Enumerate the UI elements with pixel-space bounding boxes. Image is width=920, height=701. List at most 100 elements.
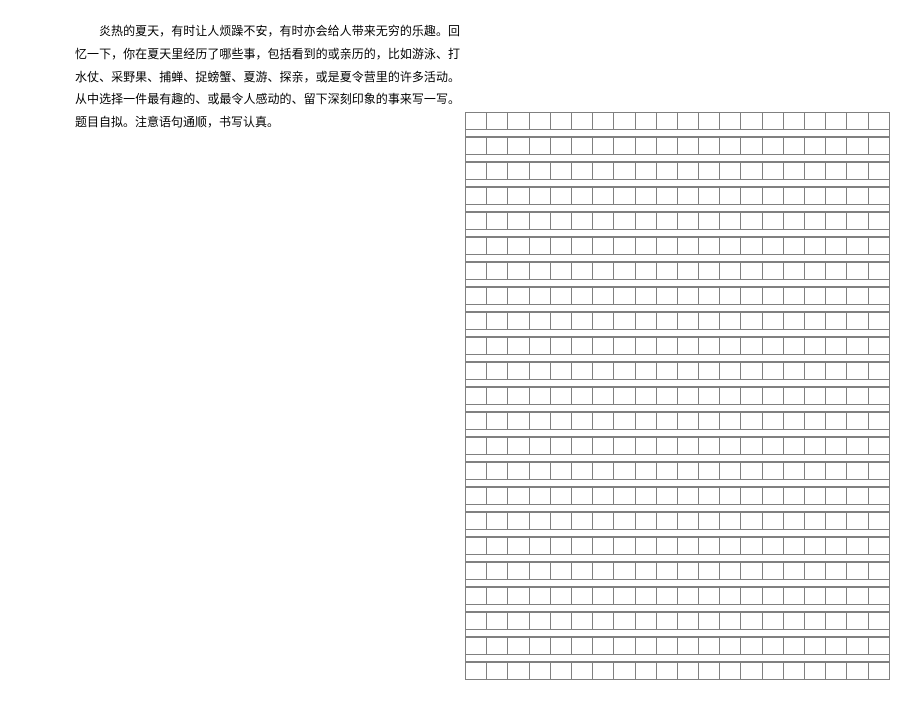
grid-row <box>465 587 890 605</box>
grid-cell <box>783 613 804 630</box>
grid-cell <box>614 288 635 305</box>
grid-cell <box>508 538 529 555</box>
grid-cell <box>805 138 826 155</box>
grid-cell <box>805 488 826 505</box>
grid-cell <box>847 263 868 280</box>
grid-cell <box>635 538 656 555</box>
grid-cell <box>656 488 677 505</box>
grid-cell <box>762 388 783 405</box>
grid-cell <box>487 363 508 380</box>
grid-row <box>465 387 890 405</box>
grid-cell <box>868 138 889 155</box>
grid-spacer <box>465 605 890 612</box>
grid-cell <box>720 638 741 655</box>
grid-cell <box>656 363 677 380</box>
grid-cell <box>699 638 720 655</box>
grid-cell <box>656 538 677 555</box>
grid-cell <box>762 338 783 355</box>
grid-cell <box>826 113 847 130</box>
grid-cell <box>656 188 677 205</box>
grid-cell <box>677 563 698 580</box>
grid-cell <box>614 438 635 455</box>
grid-cell <box>614 413 635 430</box>
grid-cell <box>868 188 889 205</box>
grid-cell <box>508 413 529 430</box>
grid-cell <box>826 463 847 480</box>
grid-cell <box>762 613 783 630</box>
grid-cell <box>783 238 804 255</box>
grid-spacer <box>465 305 890 312</box>
grid-cell <box>762 638 783 655</box>
grid-cell <box>762 513 783 530</box>
grid-cell <box>529 588 550 605</box>
grid-cell <box>487 288 508 305</box>
grid-cell <box>826 538 847 555</box>
grid-cell <box>593 538 614 555</box>
grid-cell <box>550 563 571 580</box>
grid-cell <box>805 413 826 430</box>
grid-cell <box>677 288 698 305</box>
grid-cell <box>762 313 783 330</box>
grid-cell <box>805 238 826 255</box>
grid-cell <box>868 438 889 455</box>
grid-cell <box>783 513 804 530</box>
grid-cell <box>487 263 508 280</box>
grid-cell <box>677 638 698 655</box>
grid-cell <box>826 188 847 205</box>
grid-cell <box>529 438 550 455</box>
grid-cell <box>635 188 656 205</box>
grid-cell <box>805 338 826 355</box>
grid-cell <box>868 113 889 130</box>
grid-cell <box>805 513 826 530</box>
grid-cell <box>593 513 614 530</box>
grid-cell <box>677 588 698 605</box>
grid-cell <box>783 288 804 305</box>
grid-cell <box>571 463 592 480</box>
grid-cell <box>508 488 529 505</box>
grid-cell <box>508 363 529 380</box>
grid-cell <box>847 338 868 355</box>
grid-cell <box>635 613 656 630</box>
grid-cell <box>826 213 847 230</box>
grid-cell <box>762 438 783 455</box>
grid-cell <box>508 388 529 405</box>
grid-cell <box>847 188 868 205</box>
grid-cell <box>762 488 783 505</box>
grid-spacer <box>465 155 890 162</box>
grid-cell <box>720 538 741 555</box>
grid-cell <box>783 488 804 505</box>
grid-cell <box>571 313 592 330</box>
grid-cell <box>635 338 656 355</box>
grid-cell <box>762 363 783 380</box>
grid-cell <box>847 313 868 330</box>
grid-cell <box>720 413 741 430</box>
grid-cell <box>656 313 677 330</box>
grid-cell <box>805 563 826 580</box>
grid-row <box>465 662 890 680</box>
grid-cell <box>550 488 571 505</box>
grid-cell <box>741 463 762 480</box>
grid-cell <box>508 113 529 130</box>
grid-cell <box>677 238 698 255</box>
grid-cell <box>762 113 783 130</box>
grid-cell <box>847 463 868 480</box>
grid-cell <box>762 663 783 680</box>
grid-cell <box>571 413 592 430</box>
grid-cell <box>529 263 550 280</box>
grid-cell <box>762 588 783 605</box>
grid-cell <box>487 463 508 480</box>
grid-cell <box>741 188 762 205</box>
grid-cell <box>847 388 868 405</box>
grid-cell <box>762 213 783 230</box>
grid-cell <box>571 188 592 205</box>
writing-grid-container <box>465 112 890 680</box>
grid-cell <box>699 663 720 680</box>
grid-cell <box>741 588 762 605</box>
grid-cell <box>783 338 804 355</box>
grid-cell <box>614 313 635 330</box>
grid-cell <box>847 538 868 555</box>
grid-cell <box>720 338 741 355</box>
grid-cell <box>487 488 508 505</box>
grid-cell <box>677 213 698 230</box>
grid-cell <box>487 163 508 180</box>
